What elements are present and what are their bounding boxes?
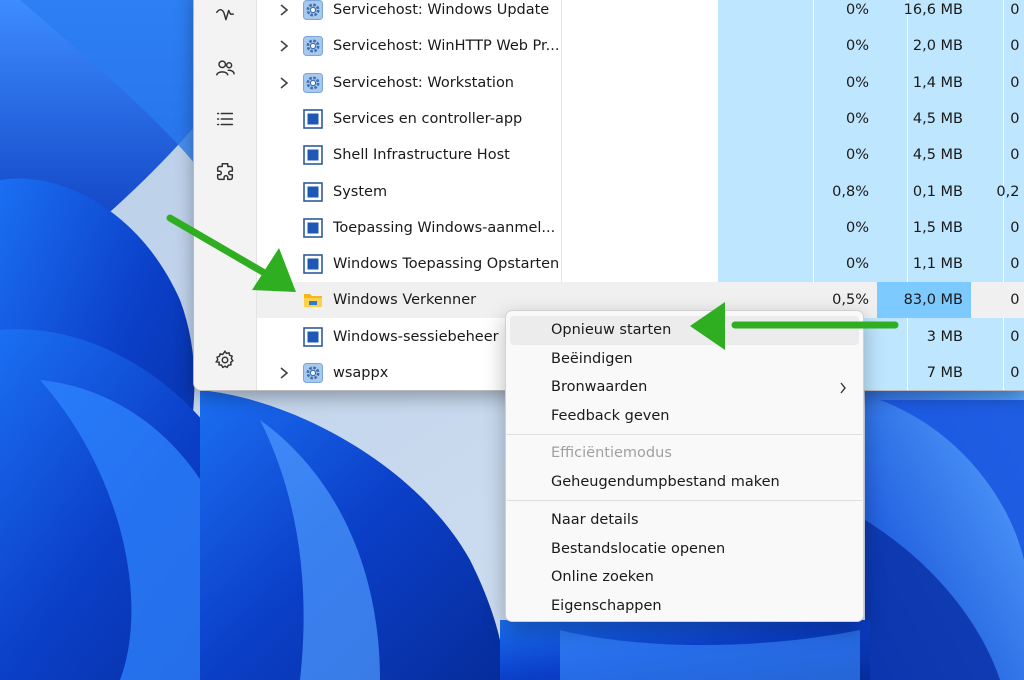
chevron-right-icon[interactable] (277, 365, 291, 381)
table-row[interactable]: Servicehost: WinHTTP Web Pr... 0% 2,0 MB 0 … (257, 28, 1024, 64)
process-name: Servicehost: Windows Update (333, 2, 550, 18)
menu-item-label: Efficiëntiemodus (551, 445, 672, 461)
menu-item[interactable]: Online zoeken (510, 563, 859, 592)
menu-item-label: Eigenschappen (551, 598, 662, 614)
memory-value: 2,0 MB (912, 38, 963, 55)
disk-value: 0 MB/s (1010, 110, 1024, 127)
app-window-icon (303, 109, 323, 129)
context-menu: Opnieuw starten Beëindigen Bronwaarden Feed… (505, 310, 864, 622)
table-row[interactable]: Services en controller-app 0% 4,5 MB 0 MB/s (257, 101, 1024, 137)
menu-item-label: Online zoeken (551, 569, 654, 585)
menu-item-label: Naar details (551, 512, 639, 528)
table-row[interactable]: Shell Infrastructure Host 0% 4,5 MB 0 MB/s (257, 137, 1024, 173)
disk-value: 0 MB/s (1010, 74, 1024, 91)
process-name: Servicehost: WinHTTP Web Pr... (333, 38, 560, 55)
memory-value: 4,5 MB (912, 110, 963, 127)
chevron-right-icon[interactable] (277, 2, 291, 18)
menu-item[interactable]: Geheugendumpbestand maken (510, 468, 859, 497)
process-name: Windows-sessiebeheer (333, 328, 499, 345)
menu-item-label: Feedback geven (551, 408, 670, 424)
cpu-value: 0% (845, 38, 869, 55)
process-name: Services en controller-app (333, 110, 523, 127)
menu-item-label: Bronwaarden (551, 379, 648, 395)
menu-item-label: Opnieuw starten (551, 322, 672, 338)
disk-value: 0 MB/s (1010, 328, 1024, 345)
gear-icon (303, 363, 323, 383)
cpu-value: 0% (845, 2, 869, 18)
cpu-value: 0% (845, 74, 869, 91)
memory-value: 83,0 MB (903, 292, 963, 309)
gear-icon (303, 72, 323, 93)
menu-item[interactable]: Feedback geven (510, 402, 859, 431)
menu-item[interactable]: Eigenschappen (510, 592, 859, 621)
menu-item-label: Bestandslocatie openen (551, 541, 726, 557)
cpu-value: 0% (845, 256, 869, 273)
chevron-right-icon[interactable] (277, 38, 291, 54)
menu-item[interactable]: Beëindigen (510, 345, 859, 374)
process-name: Shell Infrastructure Host (333, 147, 510, 164)
menu-separator (507, 500, 862, 501)
disk-value: 0 MB/s (1010, 292, 1024, 309)
folder-icon (304, 294, 322, 308)
disk-value: 0 MB/s (1010, 256, 1024, 273)
memory-value: 3 MB (926, 328, 963, 345)
memory-value: 1,1 MB (912, 256, 963, 273)
memory-value: 1,5 MB (912, 219, 963, 236)
disk-value: 0,2 MB/s (996, 183, 1024, 200)
table-row[interactable]: Servicehost: Windows Update 0% 16,6 MB 0 MB… (257, 0, 1024, 28)
chevron-right-icon[interactable] (277, 75, 291, 91)
cpu-value: 0,8% (832, 183, 869, 200)
users-icon[interactable] (204, 50, 246, 86)
menu-item-label: Beëindigen (551, 351, 633, 367)
process-name: System (333, 183, 388, 200)
menu-item[interactable]: Bestandslocatie openen (510, 535, 859, 564)
details-icon[interactable] (204, 101, 246, 137)
menu-item[interactable]: Bronwaarden (510, 373, 859, 402)
menu-item-label: Geheugendumpbestand maken (551, 474, 780, 490)
cpu-value: 0% (845, 110, 869, 127)
disk-value: 0 MB/s (1010, 2, 1024, 18)
settings-icon[interactable] (204, 342, 246, 378)
cpu-value: 0% (845, 219, 869, 236)
disk-value: 0 MB/s (1010, 38, 1024, 55)
cpu-value: 0% (845, 147, 869, 164)
menu-item[interactable]: Opnieuw starten (510, 316, 859, 345)
process-name: wsappx (333, 365, 389, 381)
memory-value: 0,1 MB (912, 183, 963, 200)
app-window-icon (303, 217, 323, 238)
gear-icon (303, 0, 323, 20)
app-window-icon (303, 326, 323, 347)
app-window-icon (303, 181, 323, 202)
table-row[interactable]: Servicehost: Workstation 0% 1,4 MB 0 MB/s (257, 65, 1024, 101)
menu-separator (507, 434, 862, 435)
disk-value: 0 MB/s (1010, 365, 1024, 381)
services-icon[interactable] (204, 154, 246, 190)
table-row[interactable]: Toepassing Windows-aanmel... 0% 1,5 MB 0 MB… (257, 210, 1024, 246)
menu-item[interactable]: Naar details (510, 506, 859, 535)
process-name: Servicehost: Workstation (333, 74, 515, 91)
memory-value: 1,4 MB (912, 74, 963, 91)
disk-value: 0 MB/s (1010, 147, 1024, 164)
table-row[interactable]: Windows Toepassing Opstarten 0% 1,1 MB 0 MB… (257, 246, 1024, 282)
memory-value: 7 MB (926, 365, 963, 381)
disk-value: 0 MB/s (1010, 219, 1024, 236)
navigation-rail (194, 0, 257, 390)
process-name: Windows Toepassing Opstarten (333, 256, 560, 273)
table-row[interactable]: System 0,8% 0,1 MB 0,2 MB/s (257, 174, 1024, 210)
app-window-icon (303, 145, 323, 165)
process-name: Toepassing Windows-aanmel... (333, 219, 556, 236)
menu-item: Efficiëntiemodus (510, 439, 859, 468)
gear-icon (303, 36, 323, 57)
process-name: Windows Verkenner (333, 292, 477, 309)
performance-icon[interactable] (204, 0, 246, 34)
memory-value: 16,6 MB (903, 2, 963, 18)
chevron-right-icon (840, 382, 846, 394)
memory-value: 4,5 MB (912, 147, 963, 164)
app-window-icon (303, 254, 323, 274)
